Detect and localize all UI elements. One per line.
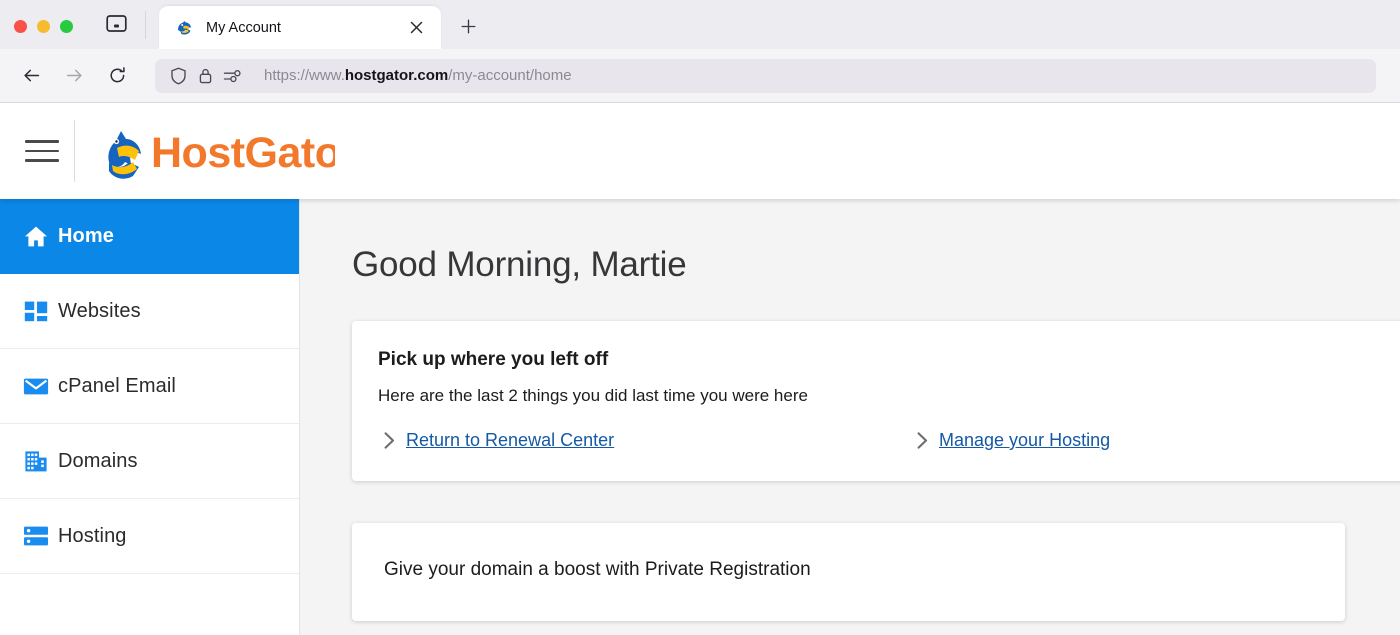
forward-arrow-icon[interactable] [57,59,91,93]
return-to-renewal-center-link[interactable]: Return to Renewal Center [406,430,614,451]
link-item[interactable]: Return to Renewal Center [378,430,911,451]
navigation-toolbar: https://www.hostgator.com/my-account/hom… [0,49,1400,103]
sidebar-item-label: Domains [58,449,138,472]
sidebar-item-cpanel-email[interactable]: cPanel Email [0,349,299,424]
back-arrow-icon[interactable] [14,59,48,93]
main-content: Good Morning, Martie Pick up where you l… [300,199,1400,635]
url-scheme: https://www. [264,67,345,84]
hostgator-app: HostGator Home [0,103,1400,635]
close-icon[interactable] [405,17,427,39]
shield-icon[interactable] [167,65,189,87]
hostgator-gator-favicon [175,18,194,37]
sidebar-item-domains[interactable]: Domains [0,424,299,499]
sidebar-item-label: cPanel Email [58,374,176,397]
pick-up-card-title: Pick up where you left off [378,349,609,370]
close-window-button[interactable] [14,20,27,33]
tab-list-icon[interactable] [103,11,129,35]
url-host: hostgator.com [344,67,449,84]
lock-icon[interactable] [194,65,216,87]
manage-your-hosting-link[interactable]: Manage your Hosting [939,430,1110,451]
promo-card-title: Give your domain a boost with Private Re… [384,559,811,580]
grid-icon [14,300,58,323]
sidebar-item-label: Home [58,224,114,247]
browser-tab[interactable]: My Account [159,6,441,49]
sidebar-item-label: Websites [58,299,141,322]
private-registration-promo-card[interactable]: Give your domain a boost with Private Re… [352,523,1345,621]
pick-up-card-links: Return to Renewal Center Manage your Hos… [378,430,1400,451]
tab-title: My Account [206,19,281,36]
maximize-window-button[interactable] [60,20,73,33]
sidebar-item-hosting[interactable]: Hosting [0,499,299,574]
address-bar[interactable]: https://www.hostgator.com/my-account/hom… [155,58,1376,93]
chevron-right-icon [378,432,400,449]
new-tab-button[interactable] [453,11,483,41]
pick-up-card-subtitle: Here are the last 2 things you did last … [378,386,808,405]
sidebar-item-home[interactable]: Home [0,199,299,274]
home-icon [14,225,58,248]
chevron-right-icon [911,432,933,449]
tab-strip-divider [145,11,146,39]
sidebar-item-label: Hosting [58,524,127,547]
building-icon [14,450,58,473]
minimize-window-button[interactable] [37,20,50,33]
reload-icon[interactable] [100,59,134,93]
url-text: https://www.hostgator.com/my-account/hom… [264,67,572,84]
link-item[interactable]: Manage your Hosting [911,430,1400,451]
pick-up-card: Pick up where you left off Here are the … [352,321,1400,481]
window-controls [0,20,73,49]
sidebar: Home Websites cPanel Email Domains Hosti… [0,199,300,635]
browser-window: My Account https://www.hostgator.com/my-… [0,0,1400,635]
hostgator-logo[interactable]: HostGator [99,120,335,182]
header-divider [74,120,75,182]
svg-text:HostGator: HostGator [151,129,335,177]
url-path: /my-account/home [448,67,572,84]
tab-strip: My Account [0,0,1400,49]
hamburger-menu-icon[interactable] [14,140,70,162]
page-title: Good Morning, Martie [352,245,687,284]
app-header: HostGator [0,103,1400,199]
permissions-sliders-icon[interactable] [221,65,243,87]
envelope-icon [14,376,58,397]
server-icon [14,525,58,547]
sidebar-item-websites[interactable]: Websites [0,274,299,349]
gator-mascot-icon: HostGator [108,129,335,179]
app-body: Home Websites cPanel Email Domains Hosti… [0,199,1400,635]
